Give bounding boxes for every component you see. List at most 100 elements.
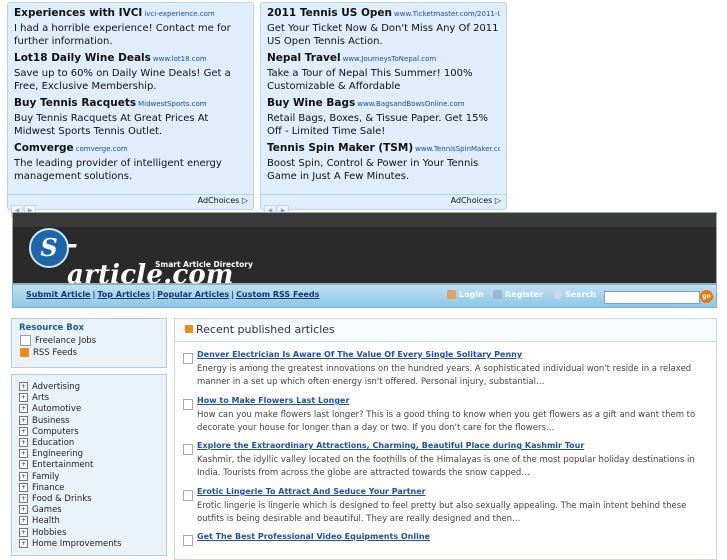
ad-item[interactable]: Comverge comverge.com The leading provider… [8, 138, 253, 183]
category-item[interactable]: + Computers [12, 426, 166, 438]
expand-icon[interactable]: + [19, 415, 28, 425]
nav-custom-rss-feeds[interactable]: Custom RSS Feeds [236, 290, 319, 299]
ad-item[interactable]: 2011 Tennis US Open www.Ticketmaster.com/… [261, 3, 506, 48]
document-icon [183, 535, 193, 546]
nav-bar: Submit Article | Top Articles | Popular Arti… [12, 284, 717, 308]
register-link[interactable]: Register [493, 290, 543, 299]
document-icon [183, 444, 193, 455]
ad-url[interactable]: MidwestSports.com [138, 100, 206, 108]
category-item[interactable]: + Business [12, 415, 166, 427]
article-title-link[interactable]: How to Make Flowers Last Longer [197, 396, 349, 405]
expand-icon[interactable]: + [19, 494, 28, 504]
expand-icon[interactable]: + [19, 538, 28, 548]
ad-title[interactable]: Buy Tennis Racquets [14, 97, 136, 109]
article-title-link[interactable]: Explore the Extraordinary Attractions, C… [197, 441, 584, 450]
ad-item[interactable]: Experiences with IVCI ivci-experience.com… [8, 3, 253, 48]
search-input[interactable] [604, 291, 700, 304]
ad-url[interactable]: comverge.com [76, 145, 128, 153]
ad-desc: Buy Tennis Racquets At Great Prices At M… [14, 113, 209, 137]
category-item[interactable]: + Education [12, 438, 166, 449]
expand-icon[interactable]: + [19, 471, 28, 481]
id-card-icon [493, 290, 502, 299]
ad-title[interactable]: Comverge [14, 142, 74, 154]
login-link[interactable]: Login [447, 290, 484, 299]
ad-desc: Take a Tour of Nepal This Summer! 100% C… [267, 68, 473, 92]
nav-top-articles[interactable]: Top Articles [97, 290, 150, 299]
document-icon [183, 399, 193, 410]
category-item[interactable]: + Automotive [12, 404, 166, 415]
ad-column-right: 2011 Tennis US Open www.Ticketmaster.com/… [260, 2, 507, 217]
category-item[interactable]: + Food & Drinks [12, 494, 166, 505]
site-header: S -article.com Smart Article Directory [12, 212, 717, 290]
expand-icon[interactable]: + [19, 382, 28, 391]
category-item[interactable]: + Family [12, 471, 166, 483]
article-summary: Erotic lingerie is lingerie which is des… [197, 501, 687, 524]
ad-title[interactable]: Buy Wine Bags [267, 97, 355, 109]
ad-item[interactable]: Nepal Travel www.JourneysToNepal.com Take … [261, 48, 506, 93]
search-icon [553, 290, 562, 299]
category-item[interactable]: + Home Improvements [12, 538, 166, 550]
article-title-link[interactable]: Get The Best Professional Video Equipmen… [197, 532, 430, 541]
article-summary: Kashmir, the idyllic valley located on t… [197, 455, 695, 478]
ad-desc: Boost Spin, Control & Power in Your Tenn… [267, 158, 479, 182]
adchoices-link[interactable]: AdChoices ▷ [198, 196, 248, 205]
rss-icon [20, 348, 29, 357]
category-item[interactable]: + Engineering [12, 449, 166, 460]
expand-icon[interactable]: + [19, 460, 28, 470]
nav-submit-article[interactable]: Submit Article [26, 290, 90, 299]
ad-url[interactable]: www.Ticketmaster.com/2011-US-O... [394, 10, 500, 18]
ad-url[interactable]: www.TennisSpinMaker.com [415, 145, 500, 153]
nav-links: Submit Article | Top Articles | Popular Arti… [26, 290, 320, 299]
category-item[interactable]: + Hobbies [12, 527, 166, 539]
expand-icon[interactable]: + [19, 449, 28, 459]
ad-url[interactable]: www.JourneysToNepal.com [343, 55, 437, 63]
expand-icon[interactable]: + [19, 426, 28, 436]
expand-icon[interactable]: + [19, 404, 28, 414]
rss-feeds-link[interactable]: RSS Feeds [12, 346, 166, 358]
ad-title[interactable]: Tennis Spin Maker (TSM) [267, 142, 413, 154]
panel-header: Recent published articles [175, 319, 716, 342]
expand-icon[interactable]: + [19, 393, 28, 403]
article-title-link[interactable]: Denver Electrician Is Aware Of The Value… [197, 350, 522, 359]
ad-title[interactable]: Experiences with IVCI [14, 7, 142, 19]
category-item[interactable]: + Health [12, 516, 166, 527]
document-icon [183, 353, 193, 364]
nav-popular-articles[interactable]: Popular Articles [157, 290, 229, 299]
resource-box-title: Resource Box [19, 323, 85, 333]
ad-url[interactable]: www.lot18.com [153, 55, 207, 63]
category-item[interactable]: + Games [12, 505, 166, 516]
category-item[interactable]: + Arts [12, 393, 166, 404]
expand-icon[interactable]: + [19, 527, 28, 537]
category-item[interactable]: + Entertainment [12, 460, 166, 471]
category-item[interactable]: + Advertising [12, 382, 166, 393]
search-label: Search [553, 290, 596, 299]
panel-title: Recent published articles [196, 323, 335, 336]
ad-banner: Experiences with IVCI ivci-experience.com… [0, 0, 727, 217]
category-item[interactable]: + Finance [12, 482, 166, 494]
ad-desc: Get Your Ticket Now & Don't Miss Any Of … [267, 23, 499, 47]
adchoices-link[interactable]: AdChoices ▷ [451, 196, 501, 205]
ad-desc: I had a horrible experience! Contact me … [14, 23, 231, 47]
ad-title[interactable]: Lot18 Daily Wine Deals [14, 52, 151, 64]
expand-icon[interactable]: + [19, 516, 28, 526]
article-title-link[interactable]: Erotic Lingerie To Attract And Seduce Yo… [197, 487, 426, 496]
ad-title[interactable]: 2011 Tennis US Open [267, 7, 392, 19]
search-go-button[interactable]: go [700, 290, 713, 303]
freelance-jobs-link[interactable]: Freelance Jobs [12, 333, 166, 346]
expand-icon[interactable]: + [19, 482, 28, 492]
ad-footer: ◀ ▶ AdChoices ▷ [8, 194, 253, 217]
ad-url[interactable]: www.BagsandBowsOnline.com [357, 100, 464, 108]
ad-url[interactable]: ivci-experience.com [144, 10, 214, 18]
ad-item[interactable]: Buy Wine Bags www.BagsandBowsOnline.com Re… [261, 93, 506, 138]
ad-item[interactable]: Lot18 Daily Wine Deals www.lot18.com Save … [8, 48, 253, 93]
ad-title[interactable]: Nepal Travel [267, 52, 341, 64]
expand-icon[interactable]: + [19, 505, 28, 515]
ad-desc: Save up to 60% on Daily Wine Deals! Get … [14, 68, 231, 92]
document-icon [183, 490, 193, 501]
expand-icon[interactable]: + [19, 438, 28, 448]
site-tagline: Smart Article Directory [155, 260, 253, 269]
ad-item[interactable]: Tennis Spin Maker (TSM) www.TennisSpinMak… [261, 138, 506, 183]
ad-item[interactable]: Buy Tennis Racquets MidwestSports.com Buy … [8, 93, 253, 138]
ad-column-left: Experiences with IVCI ivci-experience.com… [7, 2, 254, 217]
rss-icon[interactable] [185, 325, 193, 333]
